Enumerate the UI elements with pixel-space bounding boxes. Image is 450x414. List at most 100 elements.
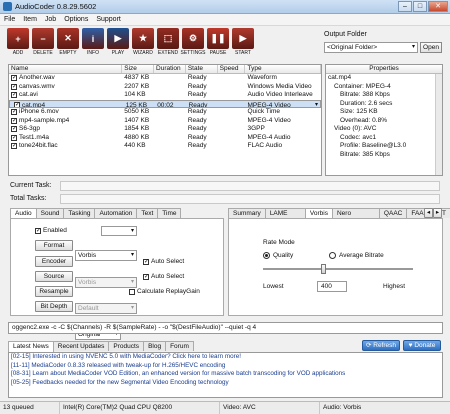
table-row[interactable]: mp4-sample.mp4 1407 KB Ready MPEG-4 Video [9,117,321,125]
format-button[interactable]: Format [35,240,73,251]
menu-file[interactable]: File [4,16,15,23]
quality-radio[interactable]: Quality [263,252,293,259]
tab-lame-mp3[interactable]: LAME MP3 [264,208,306,226]
table-row[interactable]: tone24bit.flac 440 KB Ready FLAC Audio [9,142,321,151]
toolbar-delete-button[interactable]: − DELETE [31,28,55,58]
tab-time[interactable]: Time [157,208,182,218]
quality-slider-track[interactable] [263,268,413,270]
refresh-button[interactable]: ⟳ Refresh [362,340,400,351]
source-auto-select[interactable]: Auto Select [143,273,184,280]
table-row[interactable]: Test1.m4a 4880 KB Ready MPEG-4 Audio [9,133,321,142]
toolbar-add-button[interactable]: + ADD [6,28,30,58]
news-tabs: Latest News Recent Updates Products Blog… [8,341,194,352]
output-folder-select[interactable]: <Original Folder> [324,42,418,53]
file-checkbox[interactable] [11,91,17,100]
open-folder-button[interactable]: Open [420,42,442,53]
bitdepth-button[interactable]: Bit Depth [35,301,73,312]
file-checkbox[interactable] [11,83,17,91]
file-checkbox[interactable] [11,108,17,117]
file-speed-cell [218,101,245,108]
quality-slider-thumb[interactable] [321,264,326,274]
toolbar-wizard-button[interactable]: ★ WIZARD [131,28,155,58]
tab-products[interactable]: Products [108,341,145,351]
average-bitrate-radio[interactable]: Average Bitrate [329,252,384,259]
menu-job[interactable]: Job [45,16,56,23]
menu-options[interactable]: Options [64,16,88,23]
tab-forum[interactable]: Forum [165,341,194,351]
table-row[interactable]: canvas.wmv 2207 KB Ready Windows Media Vide… [9,83,321,91]
tab-summary[interactable]: Summary [228,208,266,218]
file-checkbox[interactable] [11,134,17,142]
enabled-select[interactable] [101,226,137,236]
news-item[interactable]: [02-15] Interested in using NVENC 5.0 wi… [9,353,442,362]
tab-text[interactable]: Text [136,208,159,218]
table-row[interactable]: Another.wav 4837 KB Ready Waveform [9,74,321,83]
col-type[interactable]: Type [245,65,321,73]
toolbar-settings-button[interactable]: ⚙ SETTINGS [181,28,206,58]
tab-latest-news[interactable]: Latest News [8,341,54,352]
news-item[interactable]: [11-11] MediaCoder 0.8.33 released with … [9,362,442,371]
table-row[interactable]: cat.mp4 125 KB 00:02 Ready MPEG-4 Video [9,99,321,109]
tab-recent-updates[interactable]: Recent Updates [52,341,110,351]
encoder-button[interactable]: Encoder [35,256,73,267]
news-item[interactable]: [08-31] Learn about MediaCoder VOD Editi… [9,370,442,379]
properties-header: Properties [326,65,442,74]
col-duration[interactable]: Duration [154,65,186,73]
property-line: Container: MPEG-4 [334,82,391,90]
file-name-cell: canvas.wmv [9,83,122,91]
file-state-cell: Ready [187,142,207,149]
file-checkbox[interactable] [11,74,17,83]
menu-support[interactable]: Support [96,16,121,23]
file-speed-cell [218,142,246,151]
toolbar-extend-button[interactable]: ⬚ EXTEND [156,28,180,58]
news-item[interactable]: [05-25] Feedbacks needed for the new Seg… [9,379,442,388]
toolbar-empty-button[interactable]: ✕ EMPTY [56,28,80,58]
file-list[interactable]: Name Size Duration State Speed Type Anot… [8,64,322,176]
file-checkbox[interactable] [14,101,20,107]
file-checkbox[interactable] [11,125,17,134]
file-checkbox[interactable] [11,142,17,151]
tab-sound[interactable]: Sound [35,208,65,218]
col-speed[interactable]: Speed [218,65,246,73]
toolbar-pause-button[interactable]: ❚❚ PAUSE [206,28,230,58]
source-button[interactable]: Source [35,271,73,282]
quality-value-field[interactable]: 400 [317,281,347,292]
replaygain-checkbox[interactable]: Calculate ReplayGain [129,288,200,295]
toolbar-start-button[interactable]: ▶ START [231,28,255,58]
file-name: Test1.m4a [19,133,49,141]
table-row[interactable]: cat.avi 104 KB Ready Audio Video Interleave [9,91,321,100]
file-checkbox[interactable] [11,117,17,125]
resample-button[interactable]: Resample [35,286,73,297]
properties-scrollbar[interactable] [435,74,442,175]
toolbar-play-button[interactable]: ▶ PLAY [106,28,130,58]
tab-scroll-right-icon[interactable]: ▸ [433,208,442,218]
radio-off-icon [329,252,336,259]
col-name[interactable]: Name [9,65,123,73]
col-state[interactable]: State [186,65,218,73]
source-select[interactable]: Default [75,303,137,314]
encoder-select[interactable]: Vorbis [75,277,137,288]
toolbar-info-button[interactable]: i INFO [81,28,105,58]
property-line: Codec: avc1 [340,133,377,141]
donate-button[interactable]: ♥ Donate [403,340,441,351]
tab-scroll-left-icon[interactable]: ◂ [424,208,433,218]
tab-blog[interactable]: Blog [143,341,167,351]
maximize-button[interactable]: □ [413,1,427,12]
file-size-cell: 440 KB [124,142,146,149]
tab-tasking[interactable]: Tasking [63,208,96,218]
enabled-checkbox[interactable]: Enabled [35,227,67,234]
tab-qaac[interactable]: QAAC [378,208,408,218]
total-tasks-bar [60,194,440,204]
format-select[interactable]: Vorbis [75,250,137,261]
encoder-auto-select[interactable]: Auto Select [143,258,184,265]
tab-nero-encoder[interactable]: Nero Encoder [331,208,380,226]
close-button[interactable]: ✕ [428,1,448,12]
command-line-field[interactable]: oggenc2.exe -c -C $(Channels) -R $(Sampl… [8,322,443,334]
table-row[interactable]: iPhone 6.mov 5050 KB Ready Quick Time [9,108,321,117]
average-bitrate-label: Average Bitrate [339,252,384,259]
menu-item[interactable]: Item [23,16,37,23]
table-row[interactable]: S6-3gp 1854 KB Ready 3GPP [9,125,321,134]
tab-automation[interactable]: Automation [94,208,138,218]
col-size[interactable]: Size [122,65,155,73]
minimize-button[interactable]: – [398,1,412,12]
